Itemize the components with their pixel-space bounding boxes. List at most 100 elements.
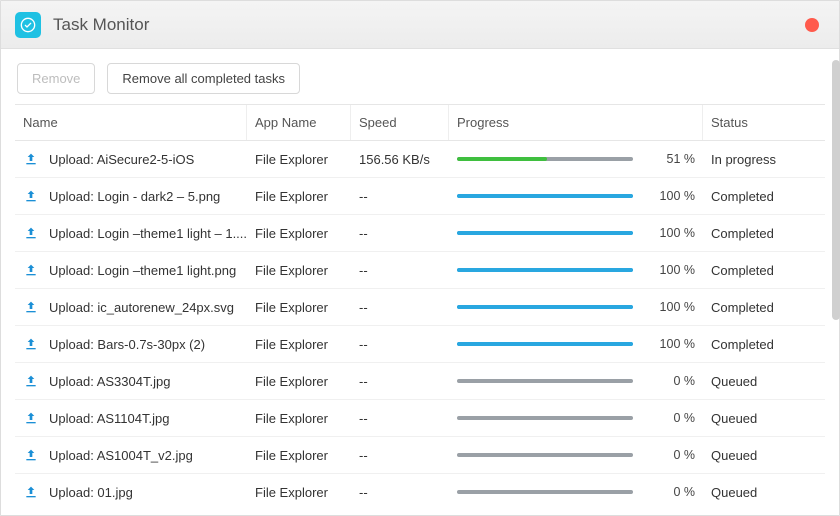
table-row[interactable]: Upload: Login - dark2 – 5.png File Explor… — [15, 178, 825, 215]
speed-cell: -- — [351, 411, 449, 426]
name-cell: Upload: Login –theme1 light – 1.... — [15, 225, 247, 241]
titlebar: Task Monitor — [1, 1, 839, 49]
name-cell: Upload: AS1004T_v2.jpg — [15, 447, 247, 463]
progress-percent: 100 % — [647, 189, 695, 203]
progress-cell: 0 % — [449, 448, 703, 462]
progress-bar — [457, 157, 633, 161]
name-cell: Upload: Login –theme1 light.png — [15, 262, 247, 278]
progress-percent: 0 % — [647, 411, 695, 425]
progress-bar — [457, 268, 633, 272]
table-row[interactable]: Upload: AS1104T.jpg File Explorer-- 0 % Que… — [15, 400, 825, 437]
speed-cell: -- — [351, 337, 449, 352]
col-header-progress[interactable]: Progress — [449, 105, 703, 140]
table-row[interactable]: Upload: Login –theme1 light – 1....File … — [15, 215, 825, 252]
remove-button[interactable]: Remove — [17, 63, 95, 94]
app-name-cell: File Explorer — [247, 485, 351, 500]
progress-cell: 0 % — [449, 485, 703, 499]
progress-bar — [457, 379, 633, 383]
table-row[interactable]: Upload: Login –theme1 light.pngFile Expl… — [15, 252, 825, 289]
name-cell: Upload: 01.jpg — [15, 484, 247, 500]
app-name-cell: File Explorer — [247, 448, 351, 463]
speed-cell: -- — [351, 263, 449, 278]
upload-icon — [23, 299, 39, 315]
progress-bar — [457, 342, 633, 346]
app-name-cell: File Explorer — [247, 226, 351, 241]
upload-icon — [23, 373, 39, 389]
task-name: Upload: AS3304T.jpg — [49, 374, 170, 389]
speed-cell: 156.56 KB/s — [351, 152, 449, 167]
task-name: Upload: AiSecure2-5-iOS — [49, 152, 194, 167]
app-name-cell: File Explorer — [247, 411, 351, 426]
progress-percent: 100 % — [647, 263, 695, 277]
name-cell: Upload: AS3304T.jpg — [15, 373, 247, 389]
status-cell: Completed — [703, 226, 825, 241]
col-header-name[interactable]: Name — [15, 105, 247, 140]
status-cell: Completed — [703, 337, 825, 352]
status-cell: Queued — [703, 411, 825, 426]
progress-bar — [457, 453, 633, 457]
progress-bar-fill — [457, 231, 633, 235]
table-row[interactable]: Upload: ic_autorenew_24px.svgFile Explor… — [15, 289, 825, 326]
remove-all-completed-button[interactable]: Remove all completed tasks — [107, 63, 300, 94]
upload-icon — [23, 336, 39, 352]
upload-icon — [23, 225, 39, 241]
close-button[interactable] — [805, 18, 819, 32]
status-cell: Queued — [703, 374, 825, 389]
status-cell: Completed — [703, 263, 825, 278]
scrollbar-track[interactable] — [832, 60, 840, 502]
progress-percent: 100 % — [647, 337, 695, 351]
app-name-cell: File Explorer — [247, 337, 351, 352]
speed-cell: -- — [351, 448, 449, 463]
progress-bar-fill — [457, 268, 633, 272]
name-cell: Upload: AiSecure2-5-iOS — [15, 151, 247, 167]
status-cell: Completed — [703, 189, 825, 204]
progress-cell: 0 % — [449, 374, 703, 388]
task-name: Upload: Login –theme1 light – 1.... — [49, 226, 247, 241]
speed-cell: -- — [351, 300, 449, 315]
grid-rows[interactable]: Upload: AiSecure2-5-iOSFile Explorer156.… — [15, 141, 825, 501]
app-name-cell: File Explorer — [247, 152, 351, 167]
progress-cell: 100 % — [449, 189, 703, 203]
checkmark-circle-icon — [20, 17, 36, 33]
progress-bar-fill — [457, 305, 633, 309]
progress-bar — [457, 231, 633, 235]
progress-cell: 0 % — [449, 411, 703, 425]
col-header-speed[interactable]: Speed — [351, 105, 449, 140]
speed-cell: -- — [351, 226, 449, 241]
progress-bar — [457, 490, 633, 494]
speed-cell: -- — [351, 189, 449, 204]
progress-percent: 51 % — [647, 152, 695, 166]
task-name: Upload: Bars-0.7s-30px (2) — [49, 337, 205, 352]
window-title: Task Monitor — [53, 15, 805, 35]
progress-percent: 100 % — [647, 226, 695, 240]
progress-percent: 0 % — [647, 374, 695, 388]
scrollbar-thumb[interactable] — [832, 60, 840, 320]
upload-icon — [23, 188, 39, 204]
col-header-appname[interactable]: App Name — [247, 105, 351, 140]
table-row[interactable]: Upload: AiSecure2-5-iOS File Explorer156.… — [15, 141, 825, 178]
col-header-status[interactable]: Status — [703, 105, 825, 140]
table-row[interactable]: Upload: AS3304T.jpgFile Explorer--0 %Que… — [15, 363, 825, 400]
progress-percent: 100 % — [647, 300, 695, 314]
app-icon — [15, 12, 41, 38]
name-cell: Upload: ic_autorenew_24px.svg — [15, 299, 247, 315]
table-row[interactable]: Upload: Bars-0.7s-30px (2) File Explorer-… — [15, 326, 825, 363]
progress-cell: 100 % — [449, 263, 703, 277]
speed-cell: -- — [351, 374, 449, 389]
status-cell: In progress — [703, 152, 825, 167]
task-grid: Name App Name Speed Progress Status Uplo… — [15, 104, 825, 501]
table-row[interactable]: Upload: AS1004T_v2.jpgFile Explorer-- 0 %… — [15, 437, 825, 474]
app-name-cell: File Explorer — [247, 263, 351, 278]
task-name: Upload: Login - dark2 – 5.png — [49, 189, 220, 204]
task-monitor-window: Task Monitor Remove Remove all completed… — [0, 0, 840, 516]
table-row[interactable]: Upload: 01.jpgFile Explorer--0 %Queued — [15, 474, 825, 501]
progress-percent: 0 % — [647, 448, 695, 462]
app-name-cell: File Explorer — [247, 189, 351, 204]
toolbar: Remove Remove all completed tasks — [1, 49, 839, 104]
app-name-cell: File Explorer — [247, 300, 351, 315]
task-name: Upload: AS1104T.jpg — [49, 411, 169, 426]
progress-cell: 100 % — [449, 300, 703, 314]
progress-bar-fill — [457, 157, 547, 161]
speed-cell: -- — [351, 485, 449, 500]
upload-icon — [23, 410, 39, 426]
